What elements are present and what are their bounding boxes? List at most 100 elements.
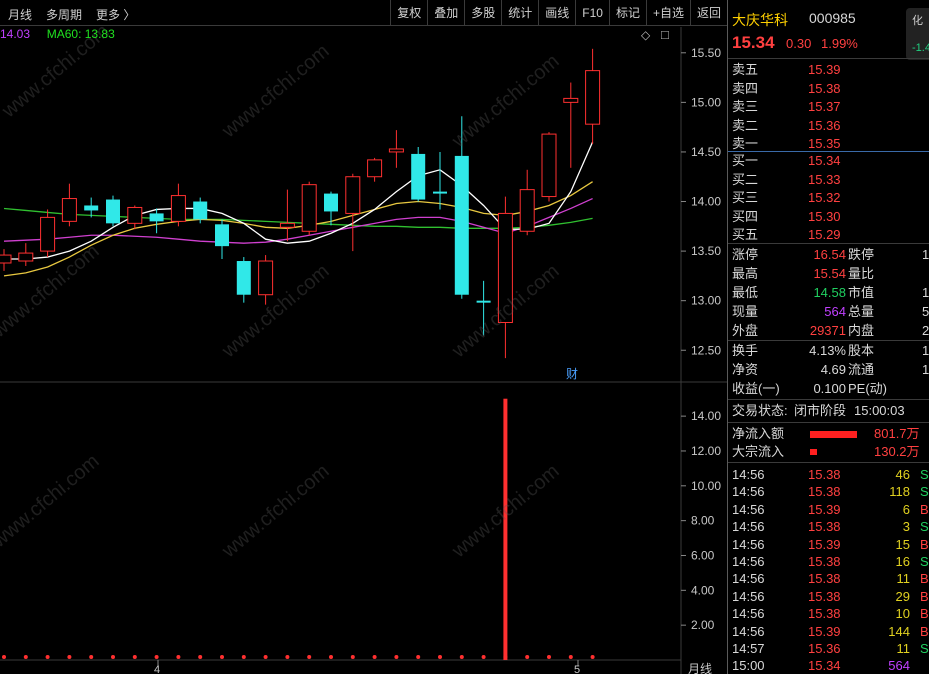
last-price: 15.34 — [732, 33, 775, 52]
tick-price: 15.39 — [808, 623, 841, 639]
tick-volume: 46 — [895, 467, 910, 482]
stat-label: 换手 — [732, 343, 759, 358]
divider — [728, 243, 929, 244]
price-axis-label: 12.50 — [691, 343, 721, 357]
ask-label: 卖三 — [732, 99, 759, 114]
ask-row[interactable]: 卖五 15.39 — [728, 61, 929, 79]
tick-volume: 3 — [902, 519, 910, 535]
tick-price: 15.38 — [808, 588, 841, 604]
bid-row[interactable]: 买一 15.34 — [728, 152, 929, 170]
toolbar-left-item[interactable]: 多周期 — [46, 6, 82, 23]
side-tab[interactable]: 化 -1.4 — [906, 8, 929, 60]
candle-body-down — [236, 261, 251, 295]
volume-spike-bar — [503, 398, 508, 660]
block-inflow-value: 130.2万 — [874, 444, 920, 459]
side-tab-value: -1.4 — [912, 42, 929, 54]
trade-status-value: 闭市阶段 — [794, 403, 847, 418]
bid-row[interactable]: 买四 15.30 — [728, 208, 929, 226]
tick-time: 14:56 — [732, 501, 765, 517]
tick-row: 14:56 15.38 3 S — [728, 518, 929, 536]
volume-dot — [459, 655, 464, 659]
toolbar-left-item[interactable]: 月线 — [8, 6, 32, 23]
candle-body-down — [84, 205, 99, 211]
stat-value: 564 — [824, 304, 846, 319]
stat-label: 净资 — [732, 362, 759, 377]
net-inflow-bar — [810, 431, 857, 438]
volume-dot — [350, 655, 355, 659]
candle-body-up — [563, 97, 579, 103]
volume-dot — [394, 655, 399, 659]
toolbar-button[interactable]: 返回 — [689, 0, 727, 26]
candle-body-down — [215, 224, 229, 247]
ask-price: 15.38 — [808, 80, 841, 96]
toolbar-button[interactable]: F10 — [575, 0, 609, 26]
volume-axis-label: 4.00 — [691, 583, 715, 597]
toolbar-button[interactable]: 画线 — [538, 0, 575, 26]
tick-side: S — [920, 467, 929, 482]
toolbar-button[interactable]: 复权 — [390, 0, 427, 26]
tick-row: 14:56 15.38 46 S — [728, 466, 929, 484]
tick-row: 14:57 15.36 11 S — [728, 640, 929, 658]
volume-axis-label: 6.00 — [691, 548, 715, 562]
diamond-icon[interactable]: ◇ — [641, 28, 650, 42]
stat-value: 0.100 — [813, 381, 846, 396]
candle-body-up — [367, 159, 383, 178]
stat-value: 15.54 — [813, 266, 846, 281]
ask-label: 卖二 — [732, 117, 759, 133]
toolbar-button[interactable]: 标记 — [608, 0, 646, 26]
tick-side: S — [920, 641, 929, 656]
volume-dot — [198, 655, 203, 659]
toolbar-button[interactable]: 叠加 — [427, 0, 464, 26]
volume-dot — [220, 655, 224, 659]
volume-dot — [568, 655, 573, 659]
bid-row[interactable]: 买二 15.33 — [728, 171, 929, 189]
divider — [728, 340, 929, 341]
tick-side: B — [920, 588, 929, 604]
volume-axis-label: 2.00 — [691, 618, 715, 632]
stat-value: 16.54 — [813, 247, 846, 262]
ask-row[interactable]: 卖二 15.36 — [728, 117, 929, 135]
tick-time: 14:56 — [732, 519, 765, 535]
time-label-5: 5 — [574, 664, 580, 674]
tick-row: 14:56 15.38 16 S — [728, 553, 929, 571]
tick-volume: 15 — [895, 536, 910, 552]
period-label[interactable]: 月线 — [688, 662, 712, 674]
volume-dot — [67, 655, 72, 659]
tick-volume: 29 — [895, 588, 910, 604]
price-axis-label: 15.00 — [691, 95, 721, 109]
stat-row: 收益(一) 0.100 PE(动) — [728, 380, 929, 398]
volume-dot — [285, 655, 290, 659]
volume-dot — [241, 655, 246, 659]
stat-label: 收益(一) — [732, 381, 780, 396]
toolbar-left-item[interactable]: 更多 〉 — [96, 6, 135, 23]
stat-row: 换手 4.13% 股本 1 — [728, 342, 929, 360]
toolbar-button[interactable]: 多股 — [464, 0, 501, 26]
volume-axis-label: 8.00 — [691, 514, 715, 528]
net-inflow-value: 801.7万 — [874, 426, 920, 441]
volume-dot — [307, 655, 312, 659]
financial-report-marker[interactable]: 财 — [566, 367, 578, 381]
bid-label: 买四 — [732, 208, 759, 224]
bid-row[interactable]: 买五 15.29 — [728, 226, 929, 244]
candle-body-up — [301, 184, 317, 232]
tick-time: 14:56 — [732, 554, 765, 569]
bid-row[interactable]: 买三 15.32 — [728, 189, 929, 207]
stat-value: 2 — [922, 323, 929, 338]
trade-status-label: 交易状态: — [732, 403, 788, 418]
volume-dot — [45, 655, 50, 659]
ask-row[interactable]: 卖三 15.37 — [728, 98, 929, 116]
ask-row[interactable]: 卖四 15.38 — [728, 80, 929, 98]
tick-side: B — [920, 606, 929, 622]
tick-volume: 118 — [889, 484, 910, 500]
tick-time: 14:56 — [732, 536, 765, 552]
block-inflow-bar — [810, 449, 817, 455]
trade-status-row: 交易状态: 闭市阶段 15:00:03 — [728, 402, 929, 420]
toolbar-left: 月线 多周期 更多 〉 — [8, 6, 135, 23]
trade-status-time: 15:00:03 — [854, 403, 905, 418]
toolbar-button[interactable]: 统计 — [501, 0, 538, 26]
candle-body-up — [18, 252, 34, 262]
tick-volume: 16 — [895, 554, 910, 569]
maximize-icon[interactable]: □ — [661, 27, 669, 42]
toolbar-button[interactable]: +自选 — [645, 0, 690, 26]
tick-row: 14:56 15.38 11 B — [728, 570, 929, 588]
